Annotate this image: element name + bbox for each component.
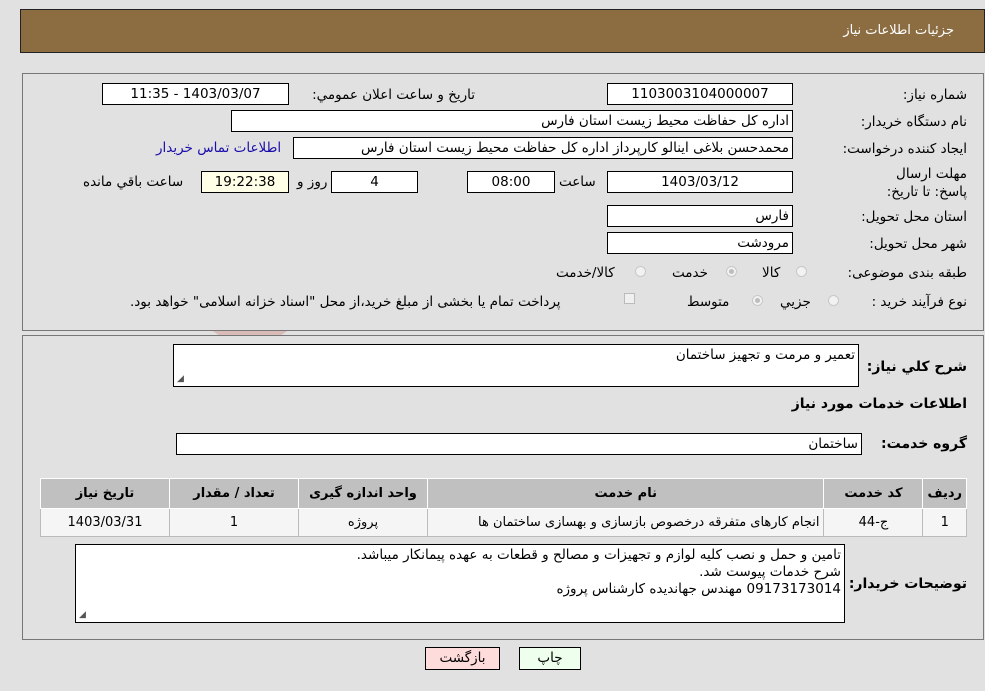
delivery-province-field: فارس bbox=[607, 205, 793, 227]
announce-datetime-label: تاریخ و ساعت اعلان عمومي: bbox=[312, 87, 475, 103]
services-heading: اطلاعات خدمات مورد نیاز bbox=[791, 396, 967, 412]
requester-field: محمدحسن بلاغی اینالو کارپرداز اداره کل ح… bbox=[293, 137, 793, 159]
back-button[interactable]: بازگشت bbox=[425, 647, 500, 670]
treasury-checkbox[interactable] bbox=[624, 293, 635, 304]
services-table: ردیف کد خدمت نام خدمت واحد اندازه گیری ت… bbox=[40, 478, 967, 537]
deadline-time-field: 08:00 bbox=[467, 171, 555, 193]
col-header-service-name: نام خدمت bbox=[426, 478, 825, 509]
category-option-goods-service: کالا/خدمت bbox=[556, 265, 615, 281]
cell-quantity: 1 bbox=[169, 508, 299, 537]
need-number-field: 1103003104000007 bbox=[607, 83, 793, 105]
col-header-unit: واحد اندازه گیری bbox=[298, 478, 428, 509]
deadline-date-field: 1403/03/12 bbox=[607, 171, 793, 193]
treasury-note: پرداخت تمام یا بخشی از مبلغ خرید،از محل … bbox=[130, 294, 561, 310]
page-title: جزئیات اطلاعات نیاز bbox=[843, 23, 954, 38]
cell-row-number: 1 bbox=[922, 508, 967, 537]
requester-label: ایجاد کننده درخواست: bbox=[842, 141, 967, 157]
buyer-notes-textarea[interactable]: تامین و حمل و نصب کلیه لوازم و تجهیزات و… bbox=[75, 544, 845, 623]
col-header-service-code: کد خدمت bbox=[823, 478, 924, 509]
buyer-notes-line: شرح خدمات پیوست شد. bbox=[699, 564, 841, 580]
delivery-city-label: شهر محل تحویل: bbox=[869, 236, 967, 252]
category-option-goods: کالا bbox=[762, 265, 781, 281]
resize-grip-icon[interactable]: ◢ bbox=[177, 375, 184, 384]
category-radio-service[interactable] bbox=[726, 266, 737, 277]
remaining-days-field: 4 bbox=[331, 171, 418, 193]
col-header-need-date: تاریخ نیاز bbox=[40, 478, 170, 509]
print-button[interactable]: چاپ bbox=[519, 647, 581, 670]
remaining-time-label: ساعت باقي مانده bbox=[83, 174, 184, 190]
cell-service-name: انجام کارهای متفرقه درخصوص بازسازی و بهس… bbox=[426, 508, 825, 537]
days-label: روز و bbox=[297, 174, 328, 190]
col-header-row-number: ردیف bbox=[922, 478, 967, 509]
category-radio-goods-service[interactable] bbox=[635, 266, 646, 277]
need-number-label: شماره نیاز: bbox=[902, 87, 967, 103]
buyer-notes-label: توضیحات خریدار: bbox=[848, 576, 967, 592]
purchase-radio-medium[interactable] bbox=[752, 295, 763, 306]
category-option-service: خدمت bbox=[672, 265, 708, 281]
delivery-province-label: استان محل تحویل: bbox=[861, 209, 967, 225]
summary-textarea[interactable]: تعمیر و مرمت و تجهیز ساختمان ◢ bbox=[173, 344, 859, 387]
buyer-notes-line: 09173173014 مهندس جهاندیده کارشناس پروژه bbox=[556, 581, 841, 597]
service-group-label: گروه خدمت: bbox=[881, 436, 967, 452]
category-label: طبقه بندی موضوعی: bbox=[847, 265, 967, 281]
cell-service-code: ج-44 bbox=[823, 508, 924, 537]
col-header-quantity: تعداد / مقدار bbox=[169, 478, 299, 509]
buyer-contact-link[interactable]: اطلاعات تماس خریدار bbox=[156, 140, 281, 156]
table-header-row: ردیف کد خدمت نام خدمت واحد اندازه گیری ت… bbox=[40, 478, 967, 509]
purchase-type-label: نوع فرآیند خرید : bbox=[871, 294, 967, 310]
announce-datetime-field: 1403/03/07 - 11:35 bbox=[102, 83, 289, 105]
summary-label: شرح كلي نیاز: bbox=[866, 359, 967, 375]
buyer-notes-line: تامین و حمل و نصب کلیه لوازم و تجهیزات و… bbox=[356, 547, 841, 563]
category-radio-goods[interactable] bbox=[796, 266, 807, 277]
service-group-field: ساختمان bbox=[176, 433, 862, 455]
delivery-city-field: مرودشت bbox=[607, 232, 793, 254]
purchase-option-minor: جزيي bbox=[780, 294, 811, 310]
buyer-org-label: نام دستگاه خریدار: bbox=[860, 114, 967, 130]
purchase-option-medium: متوسط bbox=[687, 294, 730, 310]
table-row: 1 ج-44 انجام کارهای متفرقه درخصوص بازساز… bbox=[40, 508, 967, 537]
deadline-time-label: ساعت bbox=[559, 174, 596, 190]
page-header: جزئیات اطلاعات نیاز bbox=[20, 9, 985, 53]
cell-unit: پروژه bbox=[298, 508, 428, 537]
buyer-org-field: اداره کل حفاظت محیط زیست استان فارس bbox=[231, 110, 793, 132]
cell-need-date: 1403/03/31 bbox=[40, 508, 170, 537]
deadline-label: مهلت ارسال پاسخ: تا تاریخ: bbox=[886, 166, 967, 200]
purchase-radio-minor[interactable] bbox=[828, 295, 839, 306]
remaining-time-field: 19:22:38 bbox=[201, 171, 289, 193]
summary-text: تعمیر و مرمت و تجهیز ساختمان bbox=[675, 347, 855, 363]
resize-grip-icon[interactable]: ◢ bbox=[79, 611, 86, 620]
